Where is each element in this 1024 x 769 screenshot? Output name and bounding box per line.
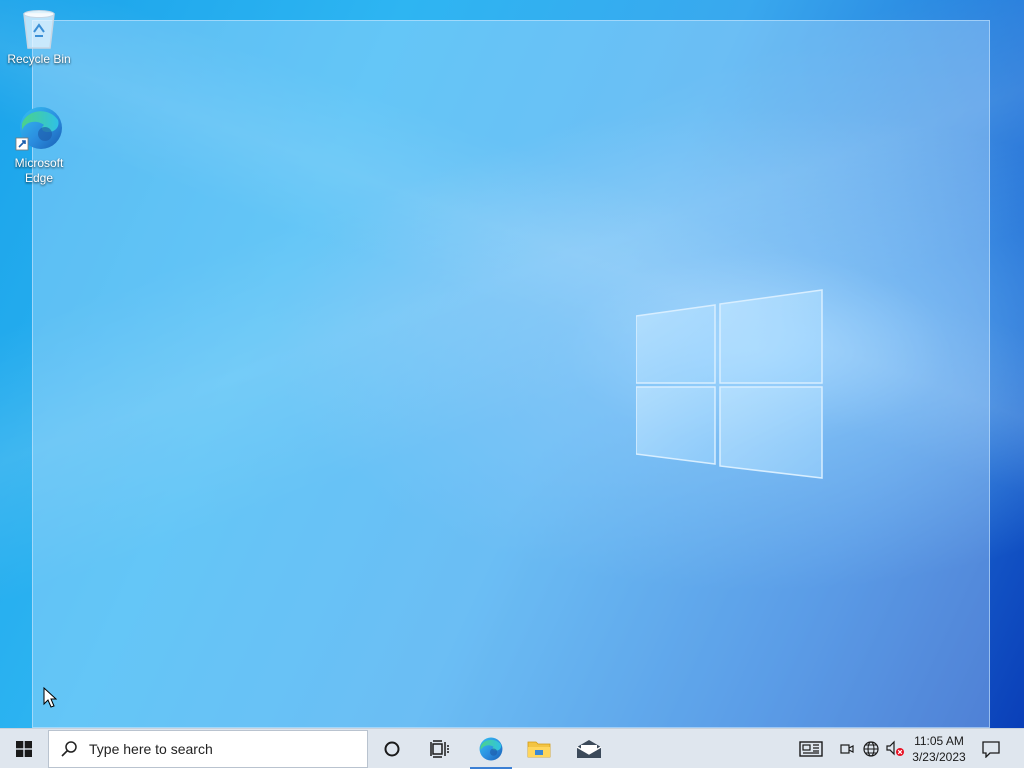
news-widget-icon [799, 741, 823, 757]
desktop-background[interactable]: Recycle Bin Microsoft Edge [0, 0, 1024, 728]
network-icon [863, 741, 879, 757]
clock-date: 3/23/2023 [912, 750, 966, 764]
desktop-icon-microsoft-edge[interactable]: Microsoft Edge [6, 104, 72, 186]
cortana-icon [384, 741, 400, 757]
search-icon [49, 740, 89, 758]
news-and-interests-button[interactable] [794, 729, 828, 769]
edge-icon [15, 107, 62, 151]
action-center-button[interactable] [976, 729, 1006, 769]
search-box[interactable]: Type here to search [48, 730, 368, 768]
volume-muted-icon [886, 740, 904, 756]
taskbar: Type here to search 11:05 AM 3/23/2023 [0, 728, 1024, 769]
edge-label-line1: Microsoft [14, 156, 64, 170]
recycle-bin-label: Recycle Bin [7, 52, 71, 66]
selection-rectangle [32, 20, 990, 728]
edge-icon [479, 737, 503, 761]
action-center-icon [982, 741, 1000, 758]
edge-label-line2: Edge [24, 171, 54, 185]
windows-start-icon [16, 741, 32, 757]
task-view-icon [430, 740, 449, 758]
desktop-icon-recycle-bin[interactable]: Recycle Bin [6, 6, 72, 67]
meet-now-icon [840, 744, 854, 754]
folder-icon [527, 741, 551, 758]
meet-now-button[interactable] [836, 729, 858, 769]
clock-time: 11:05 AM [914, 734, 964, 748]
task-view-button[interactable] [420, 729, 460, 769]
mail-icon [576, 740, 602, 758]
taskbar-mail-button[interactable] [566, 729, 612, 769]
taskbar-edge-button[interactable] [468, 729, 514, 769]
search-placeholder: Type here to search [89, 741, 213, 757]
cortana-button[interactable] [372, 729, 412, 769]
taskbar-file-explorer-button[interactable] [516, 729, 562, 769]
mouse-cursor-icon [43, 687, 57, 708]
start-button[interactable] [0, 729, 48, 769]
network-button[interactable] [860, 729, 882, 769]
system-clock[interactable]: 11:05 AM 3/23/2023 [906, 729, 972, 769]
volume-button[interactable] [884, 729, 906, 769]
recycle-bin-icon [23, 10, 55, 49]
